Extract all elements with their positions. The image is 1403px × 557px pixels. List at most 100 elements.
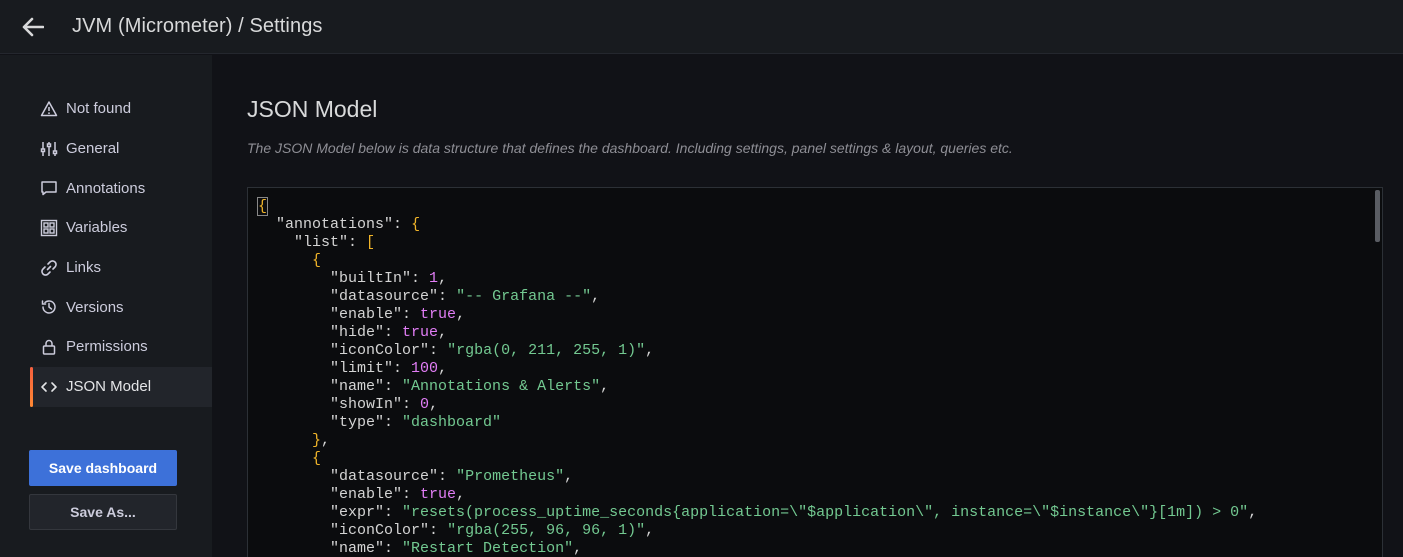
settings-nav: Not found General Annotations Variables … (30, 89, 212, 407)
code-line: "limit": 100, (258, 360, 1257, 378)
arrow-left-icon (22, 17, 44, 36)
editor-scrollbar[interactable] (1375, 190, 1380, 242)
code-token: "dashboard" (402, 414, 502, 431)
code-token: , (564, 468, 574, 485)
code-token: , (456, 486, 466, 503)
history-icon (40, 298, 58, 316)
code-token: , (438, 324, 448, 341)
code-token: { (312, 450, 322, 467)
code-token: , (438, 270, 448, 287)
code-line: "name": "Restart Detection", (258, 540, 1257, 557)
code-token: "name" (330, 540, 385, 557)
code-token: : (438, 288, 457, 305)
save-dashboard-button[interactable]: Save dashboard (29, 450, 177, 486)
code-token: true (402, 324, 439, 341)
code-token: "iconColor" (330, 522, 430, 539)
sidebar-item-annotations[interactable]: Annotations (30, 168, 212, 208)
code-token: "hide" (330, 324, 385, 341)
sidebar-item-variables[interactable]: Variables (30, 208, 212, 248)
code-token: : (429, 522, 448, 539)
code-token: : (384, 504, 403, 521)
code-line: "expr": "resets(process_uptime_seconds{a… (258, 504, 1257, 522)
code-token: true (420, 306, 457, 323)
warning-icon (40, 100, 58, 118)
code-token: : (402, 306, 421, 323)
code-token: , (645, 522, 655, 539)
save-as-button[interactable]: Save As... (29, 494, 177, 530)
main-content: JSON Model The JSON Model below is data … (212, 55, 1403, 557)
code-token: { (312, 252, 322, 269)
code-token: "iconColor" (330, 342, 430, 359)
comment-icon (40, 179, 58, 197)
sidebar-item-versions[interactable]: Versions (30, 287, 212, 327)
code-token: : (411, 270, 430, 287)
code-line: "iconColor": "rgba(255, 96, 96, 1)", (258, 522, 1257, 540)
top-bar: JVM (Micrometer) / Settings (0, 0, 1403, 54)
code-token: "rgba(255, 96, 96, 1)" (447, 522, 646, 539)
sidebar-item-general[interactable]: General (30, 129, 212, 169)
code-token: "enable" (330, 306, 403, 323)
sidebar-item-label: Not found (66, 100, 132, 118)
json-code[interactable]: { "annotations": { "list": [ { "builtIn"… (256, 197, 1257, 557)
code-line: "showIn": 0, (258, 396, 1257, 414)
code-token: , (321, 432, 331, 449)
code-token: "-- Grafana --" (456, 288, 592, 305)
sidebar-item-json-model[interactable]: JSON Model (30, 366, 212, 407)
section-title: JSON Model (247, 96, 378, 122)
sidebar-item-label: Links (66, 259, 102, 277)
back-button[interactable] (16, 10, 50, 44)
sidebar-item-label: Annotations (66, 179, 146, 197)
sidebar-item-links[interactable]: Links (30, 248, 212, 288)
code-token: { (256, 197, 269, 216)
code-token: : (384, 324, 403, 341)
code-token: "limit" (330, 360, 394, 377)
code-token: : (384, 540, 403, 557)
code-token: , (573, 540, 583, 557)
code-token: : (348, 234, 367, 251)
code-line: { (258, 252, 1257, 270)
sidebar-item-permissions[interactable]: Permissions (30, 327, 212, 367)
code-token: : (393, 360, 412, 377)
sidebar-item-label: General (66, 140, 120, 158)
sliders-icon (40, 140, 58, 158)
code-line: "list": [ (258, 234, 1257, 252)
code-line: "hide": true, (258, 324, 1257, 342)
code-token: "name" (330, 378, 385, 395)
code-line: "annotations": { (258, 216, 1257, 234)
code-line: "builtIn": 1, (258, 270, 1257, 288)
code-token: } (312, 432, 322, 449)
sidebar-item-not-found[interactable]: Not found (30, 89, 212, 129)
code-line: "datasource": "-- Grafana --", (258, 288, 1257, 306)
code-line: }, (258, 432, 1257, 450)
code-token: "rgba(0, 211, 255, 1)" (447, 342, 646, 359)
code-line: { (258, 450, 1257, 468)
link-icon (40, 259, 58, 277)
json-editor[interactable]: { "annotations": { "list": [ { "builtIn"… (247, 187, 1383, 557)
code-icon (40, 378, 58, 396)
code-token: : (402, 486, 421, 503)
code-line: "enable": true, (258, 486, 1257, 504)
code-line: "datasource": "Prometheus", (258, 468, 1257, 486)
sidebar-item-label: Permissions (66, 338, 148, 356)
code-token: , (429, 396, 439, 413)
code-line: { (256, 197, 1257, 216)
code-token: "resets(process_uptime_seconds{applicati… (402, 504, 1249, 521)
code-line: "type": "dashboard" (258, 414, 1257, 432)
code-token: "annotations" (276, 216, 394, 233)
code-token: "enable" (330, 486, 403, 503)
